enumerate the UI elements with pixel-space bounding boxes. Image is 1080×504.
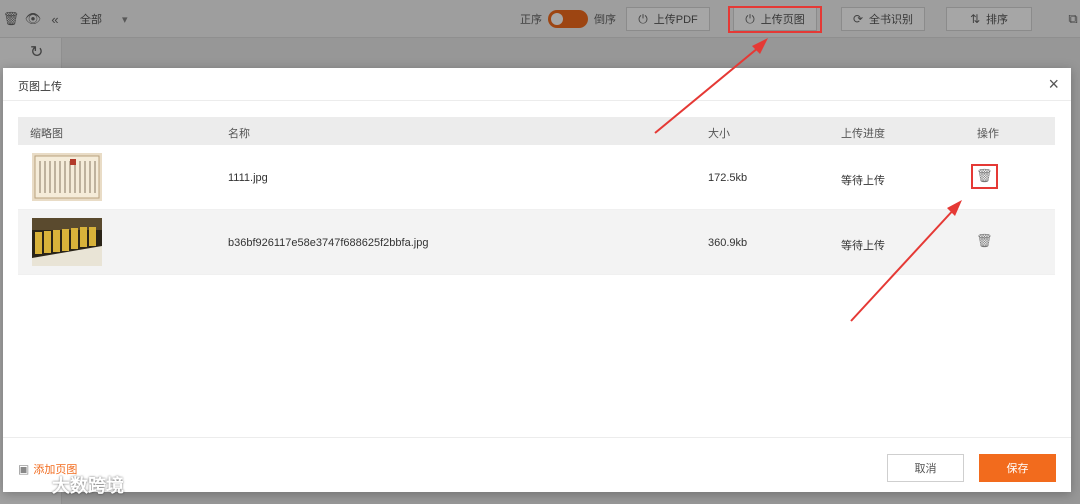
close-icon[interactable]: × bbox=[1048, 74, 1059, 94]
watermark-logo bbox=[19, 478, 45, 492]
column-actions: 操作 bbox=[977, 128, 999, 140]
upload-progress: 等待上传 bbox=[841, 175, 885, 187]
upload-progress: 等待上传 bbox=[841, 240, 885, 252]
dialog-footer: ▣ 添加页图 取消 保存 bbox=[3, 437, 1071, 492]
column-thumbnail: 缩略图 bbox=[30, 128, 63, 140]
file-size: 360.9kb bbox=[708, 237, 748, 249]
watermark-text: 大数跨境 bbox=[52, 476, 124, 496]
table-header: 缩略图 名称 大小 上传进度 操作 bbox=[18, 117, 1055, 145]
upload-table: 缩略图 名称 大小 上传进度 操作 1111.jpg 172.5kb 等待上传 … bbox=[18, 117, 1055, 275]
cancel-button[interactable]: 取消 bbox=[887, 454, 964, 482]
table-row: b36bf926117e58e3747f688625f2bbfa.jpg 360… bbox=[18, 210, 1055, 275]
column-size: 大小 bbox=[708, 128, 730, 140]
document-thumbnail bbox=[32, 153, 102, 201]
upload-dialog: 页图上传 × 缩略图 名称 大小 上传进度 操作 1111.jpg 172.5k… bbox=[3, 68, 1071, 492]
dialog-header: 页图上传 × bbox=[3, 68, 1071, 101]
dialog-title: 页图上传 bbox=[18, 81, 62, 93]
file-name: 1111.jpg bbox=[228, 172, 268, 184]
annotation-highlight-upload-button bbox=[728, 6, 822, 33]
watermark: 大数跨境 bbox=[18, 472, 124, 498]
save-button[interactable]: 保存 bbox=[979, 454, 1056, 482]
file-size: 172.5kb bbox=[708, 172, 748, 184]
photo-thumbnail bbox=[32, 218, 102, 266]
column-name: 名称 bbox=[228, 128, 250, 140]
table-row: 1111.jpg 172.5kb 等待上传 🗑 bbox=[18, 145, 1055, 210]
delete-icon[interactable]: 🗑 bbox=[976, 233, 993, 249]
file-name: b36bf926117e58e3747f688625f2bbfa.jpg bbox=[228, 237, 429, 249]
column-progress: 上传进度 bbox=[841, 128, 885, 140]
annotation-highlight-delete bbox=[971, 164, 998, 189]
